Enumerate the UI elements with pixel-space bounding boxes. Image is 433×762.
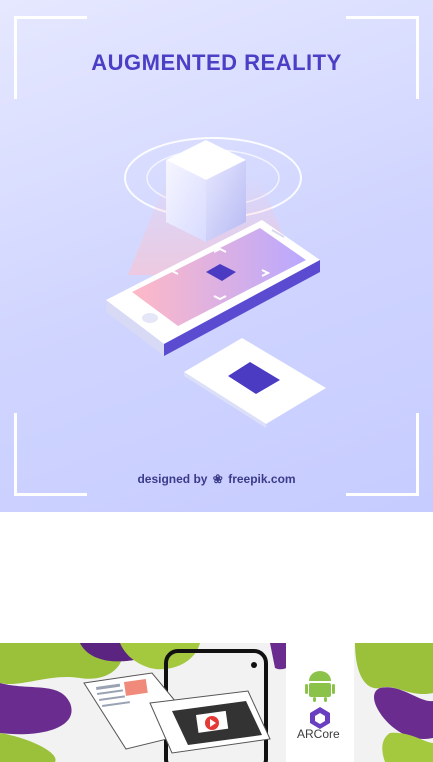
arcore-banner-image (0, 643, 433, 762)
phone-camera (251, 662, 257, 668)
credit-prefix: designed by (137, 472, 208, 486)
arcore-panel (286, 643, 354, 762)
blank-spacer (0, 512, 433, 643)
credit-line: designed by ❀ freepik.com (0, 472, 433, 486)
arcore-label: ARCore (297, 727, 340, 741)
isometric-phone-illustration (106, 137, 326, 428)
ar-hero-illustration: AUGMENTED REALITY designed by ❀ freepik.… (0, 0, 433, 512)
credit-brand: freepik.com (228, 472, 296, 486)
banner-artwork (0, 643, 433, 762)
freepik-logo-icon: ❀ (212, 472, 223, 486)
phone-home-button (142, 313, 158, 323)
